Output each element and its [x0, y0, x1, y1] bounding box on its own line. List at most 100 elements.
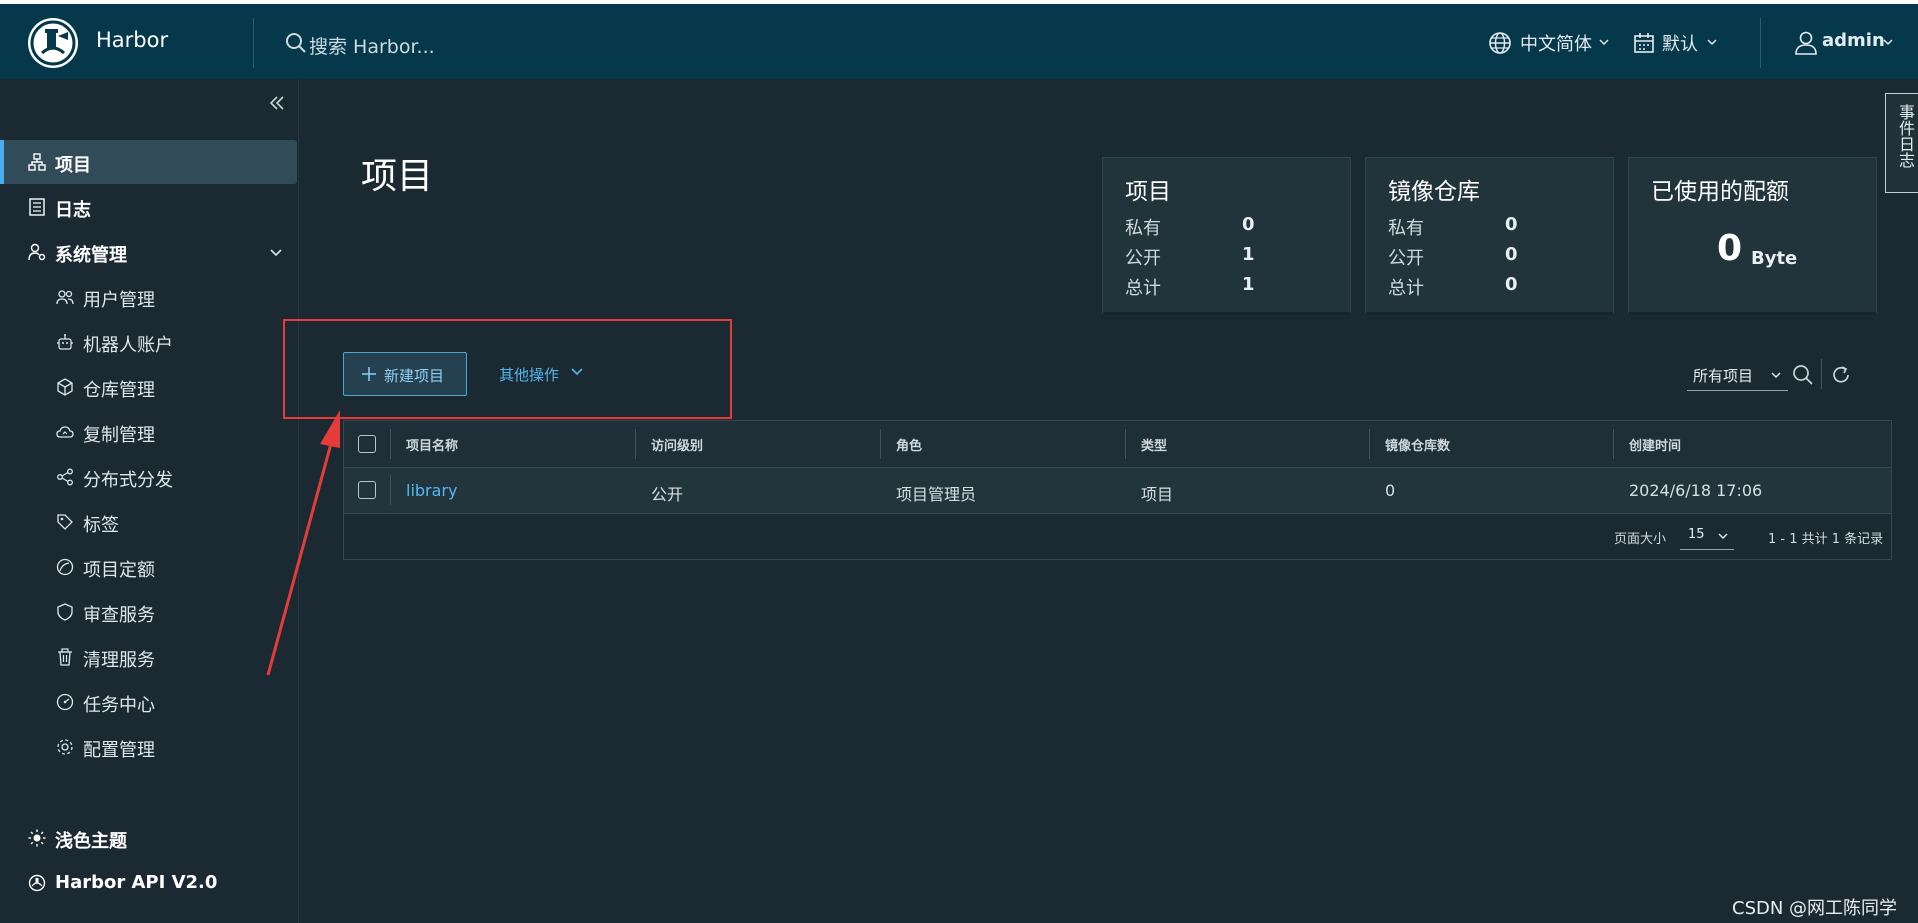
trash-icon	[58, 648, 72, 666]
sidebar-item-label: 标签	[83, 515, 119, 536]
column-header-role[interactable]: 角色	[896, 435, 922, 454]
sidebar: 项目 日志 系统管理 用户管理 机器人账户 仓库管理 复制管理 分布式分发 标签…	[0, 79, 299, 923]
projects-icon	[28, 153, 46, 171]
project-filter-select[interactable]: 所有项目	[1687, 360, 1788, 391]
sidebar-item-label: 项目	[55, 155, 91, 176]
sidebar-item-system-admin[interactable]: 系统管理	[0, 230, 297, 274]
page-size-select[interactable]: 15	[1680, 523, 1734, 550]
theme-toggle-label: 浅色主题	[55, 831, 127, 852]
column-header-access[interactable]: 访问级别	[651, 435, 703, 454]
refresh-icon[interactable]	[1830, 364, 1852, 386]
chevron-down-icon[interactable]	[1598, 36, 1610, 48]
sidebar-item-project-quotas[interactable]: 项目定额	[0, 545, 297, 589]
sidebar-item-clean-up[interactable]: 清理服务	[0, 635, 297, 679]
sidebar-item-label: 用户管理	[83, 290, 155, 311]
pagination-summary: 1 - 1 共计 1 条记录	[1768, 532, 1884, 547]
card-title: 镜像仓库	[1388, 179, 1480, 205]
row-checkbox[interactable]	[358, 481, 376, 499]
column-divider	[635, 429, 636, 459]
gear-icon	[57, 739, 73, 755]
chevron-down-icon[interactable]	[1706, 36, 1718, 48]
role-cell: 项目管理员	[896, 485, 977, 504]
projects-table: 项目名称 访问级别 角色 类型 镜像仓库数 创建时间 library 公开 项目…	[343, 420, 1892, 560]
date-format-selector[interactable]: 默认	[1662, 30, 1698, 56]
chevron-down-icon[interactable]	[570, 365, 584, 379]
sidebar-item-label: 配置管理	[83, 740, 155, 761]
column-header-type[interactable]: 类型	[1141, 435, 1167, 454]
sidebar-item-registries[interactable]: 仓库管理	[0, 365, 297, 409]
chevron-down-icon[interactable]	[268, 245, 284, 261]
quota-summary-card: 已使用的配额 0 Byte	[1628, 157, 1877, 315]
chevron-down-icon[interactable]	[1882, 36, 1894, 48]
sidebar-item-label: 复制管理	[83, 425, 155, 446]
page-size-label: 页面大小	[1614, 532, 1667, 547]
harbor-logo-icon[interactable]	[28, 18, 78, 68]
private-count: 0	[1505, 214, 1518, 235]
sidebar-item-label: 日志	[55, 200, 91, 221]
collapse-sidebar-icon[interactable]	[267, 93, 287, 113]
harbor-api-link[interactable]: Harbor API V2.0	[0, 861, 297, 905]
harbor-api-label: Harbor API V2.0	[55, 872, 218, 893]
sidebar-item-labels[interactable]: 标签	[0, 500, 297, 544]
sidebar-item-projects[interactable]: 项目	[0, 140, 297, 184]
sidebar-item-configuration[interactable]: 配置管理	[0, 725, 297, 769]
search-icon[interactable]	[284, 31, 308, 55]
top-header: Harbor 搜索 Harbor... 中文简体 默认 admin	[0, 0, 1918, 79]
card-title: 项目	[1125, 179, 1171, 205]
select-all-checkbox[interactable]	[358, 435, 376, 453]
column-divider	[880, 429, 881, 459]
created-time-cell: 2024/6/18 17:06	[1629, 481, 1763, 500]
column-divider	[390, 429, 391, 459]
user-menu[interactable]: admin	[1822, 30, 1885, 51]
type-cell: 项目	[1141, 485, 1174, 504]
search-icon[interactable]	[1792, 364, 1814, 386]
sidebar-item-label: 清理服务	[83, 650, 155, 671]
chevron-down-icon	[1771, 372, 1781, 378]
admin-icon	[28, 243, 46, 261]
user-icon[interactable]	[1794, 30, 1818, 56]
public-count: 1	[1242, 244, 1255, 265]
sidebar-item-distributions[interactable]: 分布式分发	[0, 455, 297, 499]
calendar-icon[interactable]	[1632, 31, 1656, 55]
language-selector[interactable]: 中文简体	[1520, 30, 1592, 56]
theme-toggle[interactable]: 浅色主题	[0, 816, 297, 860]
sidebar-item-replications[interactable]: 复制管理	[0, 410, 297, 454]
public-label: 公开	[1125, 248, 1161, 269]
tag-icon	[57, 514, 73, 530]
quota-value: 0	[1717, 228, 1743, 269]
globe-icon[interactable]	[1488, 31, 1512, 55]
shield-icon	[57, 603, 73, 621]
sidebar-item-job-service[interactable]: 任务中心	[0, 680, 297, 724]
total-count: 0	[1505, 274, 1518, 295]
repositories-summary-card: 镜像仓库 私有 0 公开 0 总计 0	[1365, 157, 1614, 315]
sidebar-item-users[interactable]: 用户管理	[0, 275, 297, 319]
quota-unit: Byte	[1751, 248, 1798, 269]
column-header-name[interactable]: 项目名称	[406, 435, 458, 454]
search-input[interactable]: 搜索 Harbor...	[309, 32, 435, 59]
column-header-repo-count[interactable]: 镜像仓库数	[1385, 435, 1450, 454]
repo-count-cell: 0	[1385, 481, 1396, 500]
private-label: 私有	[1388, 218, 1424, 239]
table-row[interactable]: library 公开 项目管理员 项目 0 2024/6/18 17:06	[344, 468, 1891, 514]
robot-icon	[57, 334, 73, 350]
sidebar-item-label: 系统管理	[55, 245, 127, 266]
event-log-tab-label: 事件日志	[1896, 104, 1915, 168]
sidebar-item-interrogation-services[interactable]: 审查服务	[0, 590, 297, 634]
column-header-created[interactable]: 创建时间	[1629, 435, 1681, 454]
sidebar-item-logs[interactable]: 日志	[0, 185, 297, 229]
project-name-link[interactable]: library	[406, 481, 457, 500]
more-actions-button[interactable]: 其他操作	[499, 364, 559, 385]
public-label: 公开	[1388, 248, 1424, 269]
chevron-down-icon	[1718, 533, 1728, 539]
annotation-arrow	[266, 410, 340, 676]
private-count: 0	[1242, 214, 1255, 235]
column-divider	[1125, 429, 1126, 459]
sidebar-item-robot-accounts[interactable]: 机器人账户	[0, 320, 297, 364]
event-log-tab[interactable]: 事件日志	[1885, 93, 1918, 193]
sun-icon	[28, 829, 46, 847]
api-icon	[28, 874, 46, 892]
column-divider	[1613, 429, 1614, 459]
plus-icon	[362, 367, 376, 381]
new-project-button[interactable]: 新建项目	[343, 352, 467, 396]
brand-name[interactable]: Harbor	[96, 28, 168, 52]
